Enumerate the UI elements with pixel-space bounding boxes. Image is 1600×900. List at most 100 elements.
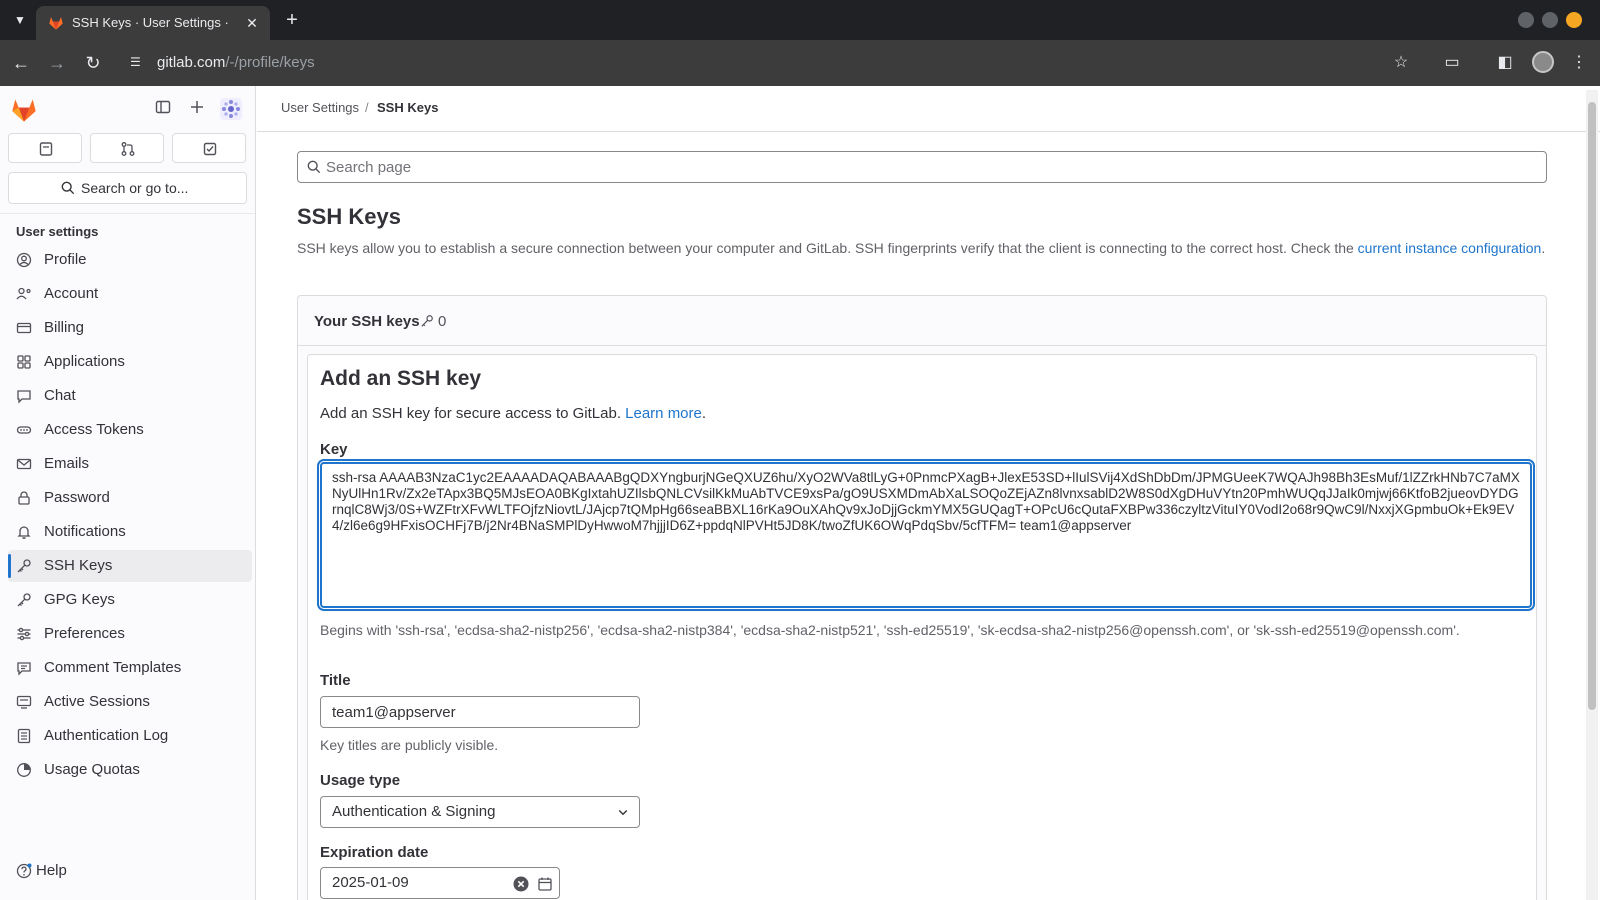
extensions-icon[interactable]: ▭ — [1441, 52, 1463, 74]
ssh-key-count: 0 — [420, 313, 446, 330]
learn-more-link[interactable]: Learn more — [625, 405, 702, 422]
browser-tab-bar: ▼ SSH Keys · User Settings · GitLab ✕ + — [0, 0, 1600, 40]
sidebar-item-notifications[interactable]: Notifications — [8, 516, 252, 548]
expiration-date-label: Expiration date — [320, 844, 429, 861]
breadcrumb-user-settings-link[interactable]: User Settings — [281, 100, 359, 115]
search-page-field — [297, 151, 1547, 183]
title-help-text: Key titles are publicly visible. — [320, 737, 499, 753]
search-icon — [61, 181, 75, 195]
tab-search-dropdown[interactable]: ▼ — [8, 9, 32, 31]
expiration-date-value: 2025-01-09 — [332, 874, 409, 891]
bell-icon — [17, 526, 31, 539]
sidebar-item-authentication-log[interactable]: Authentication Log — [8, 720, 252, 752]
breadcrumb: User Settings / SSH Keys — [257, 86, 1600, 132]
back-icon[interactable]: ← — [10, 52, 32, 74]
current-instance-configuration-link[interactable]: current instance configuration — [1358, 240, 1542, 256]
expiration-date-input[interactable]: 2025-01-09 — [320, 867, 560, 899]
preferences-icon — [17, 627, 31, 641]
browser-address-bar: ← → ↻ ☰ gitlab.com/-/profile/keys ☆ ▭ ◧ … — [0, 40, 1600, 86]
sidebar-item-label: Access Tokens — [44, 421, 144, 438]
bookmark-star-icon[interactable]: ☆ — [1390, 52, 1412, 74]
sessions-icon — [16, 695, 32, 709]
browser-menu-icon[interactable]: ⋮ — [1568, 52, 1590, 74]
your-ssh-keys-heading: Your SSH keys — [314, 313, 420, 330]
side-panel-icon[interactable]: ◧ — [1494, 52, 1516, 74]
key-help-text: Begins with 'ssh-rsa', 'ecdsa-sha2-nistp… — [320, 622, 1460, 638]
sidebar-item-billing[interactable]: Billing — [8, 312, 252, 344]
browser-tab[interactable]: SSH Keys · User Settings · GitLab ✕ — [36, 6, 270, 40]
site-settings-icon[interactable]: ☰ — [130, 55, 146, 71]
url-text: gitlab.com/-/profile/keys — [157, 54, 315, 71]
page-description-text: SSH keys allow you to establish a secure… — [297, 240, 1358, 256]
account-icon — [16, 287, 31, 300]
sidebar-item-label: Account — [44, 285, 99, 302]
forward-icon[interactable]: → — [46, 52, 68, 74]
key-icon — [421, 315, 433, 327]
help-label: Help — [36, 862, 67, 879]
sidebar-item-applications[interactable]: Applications — [8, 346, 252, 378]
sidebar-toggle-icon[interactable] — [152, 99, 174, 121]
sidebar-item-label: Password — [44, 489, 110, 506]
sidebar-item-chat[interactable]: Chat — [8, 380, 252, 412]
add-ssh-key-description-text: Add an SSH key for secure access to GitL… — [320, 405, 626, 422]
add-ssh-key-description-end: . — [701, 405, 707, 422]
sidebar-item-account[interactable]: Account — [8, 278, 252, 310]
sidebar-item-label: Billing — [44, 319, 85, 336]
sidebar-item-profile[interactable]: Profile — [8, 244, 252, 276]
todo-list-button[interactable] — [172, 133, 246, 163]
ssh-keys-card: Your SSH keys 0 Add an SSH key Add an SS… — [297, 295, 1547, 900]
sidebar-item-emails[interactable]: Emails — [8, 448, 252, 480]
sidebar-item-password[interactable]: Password — [8, 482, 252, 514]
new-tab-button[interactable]: + — [280, 9, 304, 31]
sidebar-item-comment-templates[interactable]: Comment Templates — [8, 652, 252, 684]
sidebar-item-gpg-keys[interactable]: GPG Keys — [8, 584, 252, 616]
gitlab-logo-icon[interactable] — [10, 96, 38, 124]
create-new-icon[interactable] — [186, 99, 208, 121]
tab-close-icon[interactable]: ✕ — [242, 13, 262, 33]
key-icon — [17, 559, 31, 573]
sidebar-divider — [0, 213, 255, 214]
sidebar-item-usage-quotas[interactable]: Usage Quotas — [8, 754, 252, 786]
log-icon — [17, 728, 31, 744]
window-close-button[interactable] — [1566, 12, 1582, 28]
search-or-go-to-button[interactable]: Search or go to... — [8, 172, 247, 204]
browser-profile-avatar[interactable] — [1532, 51, 1554, 73]
search-page-input[interactable] — [326, 156, 1526, 178]
reload-icon[interactable]: ↻ — [82, 52, 104, 74]
clear-date-icon[interactable] — [513, 876, 529, 892]
window-maximize-button[interactable] — [1542, 12, 1558, 28]
scrollbar-thumb[interactable] — [1588, 102, 1596, 710]
merge-requests-button[interactable] — [90, 133, 164, 163]
sidebar-item-label: Chat — [44, 387, 76, 404]
sidebar-item-active-sessions[interactable]: Active Sessions — [8, 686, 252, 718]
title-input[interactable] — [320, 696, 640, 728]
key-label: Key — [320, 441, 348, 458]
comment-icon — [17, 662, 31, 676]
page-description-end: . — [1541, 240, 1546, 256]
sidebar-item-label: Active Sessions — [44, 693, 150, 710]
usage-type-select[interactable]: Authentication & Signing — [320, 796, 640, 828]
key-textarea[interactable]: ssh-rsa AAAAB3NzaC1yc2EAAAADAQABAAABgQDX… — [320, 462, 1532, 608]
page-scrollbar[interactable] — [1586, 90, 1598, 900]
sidebar-item-label: Comment Templates — [44, 659, 182, 676]
sidebar-section-title: User settings — [16, 224, 99, 239]
calendar-icon[interactable] — [537, 876, 553, 892]
chevron-down-icon — [618, 810, 628, 816]
sidebar-item-ssh-keys[interactable]: SSH Keys — [8, 550, 252, 582]
ssh-key-count-value: 0 — [438, 313, 447, 330]
add-ssh-key-description: Add an SSH key for secure access to GitL… — [320, 405, 706, 422]
breadcrumb-current[interactable]: SSH Keys — [377, 100, 438, 115]
lock-icon — [18, 491, 30, 505]
search-icon — [307, 160, 321, 174]
sidebar-item-preferences[interactable]: Preferences — [8, 618, 252, 650]
add-ssh-key-title: Add an SSH key — [320, 367, 482, 390]
chat-icon — [17, 390, 31, 404]
window-minimize-button[interactable] — [1518, 12, 1534, 28]
user-avatar[interactable] — [220, 98, 242, 120]
merge-request-icon — [121, 142, 135, 156]
assigned-issues-button[interactable] — [8, 133, 82, 163]
sidebar-item-access-tokens[interactable]: Access Tokens — [8, 414, 252, 446]
page-title: SSH Keys — [297, 204, 401, 229]
url-field[interactable]: ☰ gitlab.com/-/profile/keys — [124, 46, 1384, 80]
mail-icon — [16, 458, 32, 470]
